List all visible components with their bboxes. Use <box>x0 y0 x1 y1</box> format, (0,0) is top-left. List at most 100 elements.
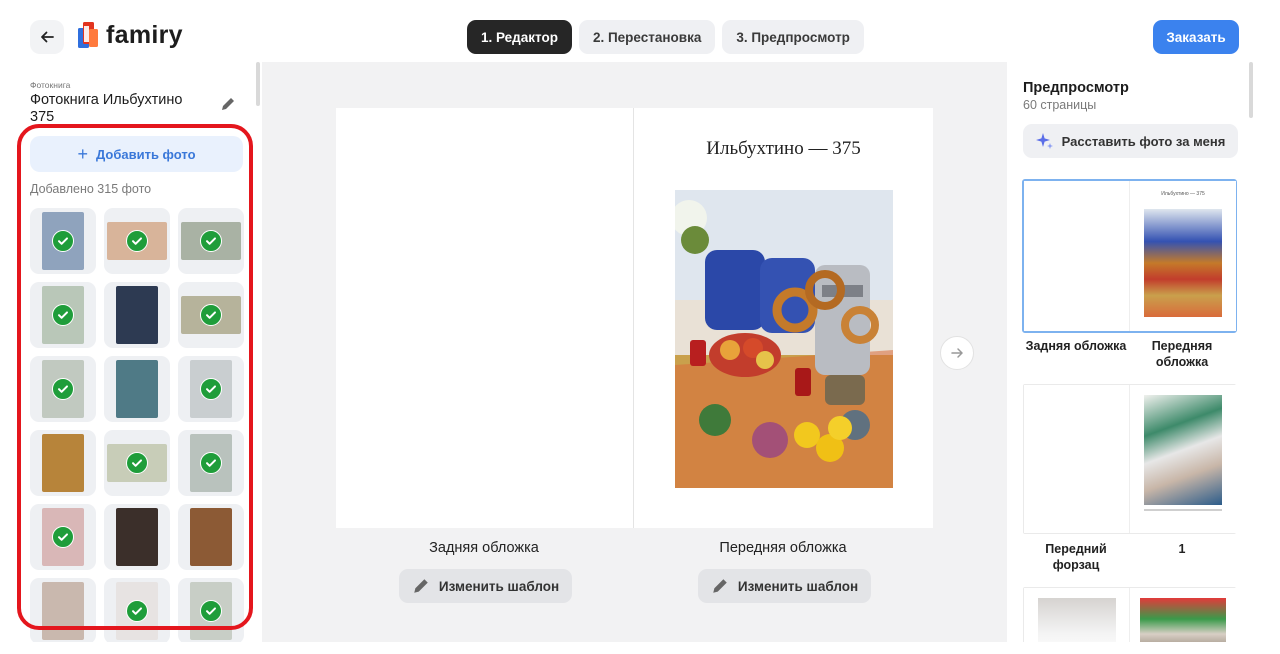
check-icon <box>52 526 74 548</box>
add-photo-button[interactable]: + Добавить фото <box>30 136 243 172</box>
photo-image <box>42 434 84 492</box>
photo-thumbnail[interactable] <box>178 208 244 274</box>
photo-thumbnail[interactable] <box>178 578 244 642</box>
preview-page-1 <box>1130 385 1236 533</box>
preview-back-cover <box>1024 181 1130 331</box>
check-icon <box>52 230 74 252</box>
preview-page-1-caption-line <box>1144 509 1222 511</box>
change-template-label: Изменить шаблон <box>438 578 560 594</box>
check-icon <box>126 600 148 622</box>
front-cover-photo[interactable] <box>675 190 893 488</box>
preview-page-1-photo <box>1144 395 1222 505</box>
photo-thumbnail[interactable] <box>178 430 244 496</box>
check-icon <box>200 230 222 252</box>
photo-image <box>116 360 158 418</box>
preview-page-2-photo <box>1038 598 1116 642</box>
check-icon <box>52 378 74 400</box>
preview-label-front-endpaper: Передний форзац <box>1045 542 1107 572</box>
photo-sidebar: Фотокнига Фотокнига Ильбухтино 375 + Доб… <box>26 62 258 642</box>
preview-spread-cover[interactable]: Ильбухтино — 375 <box>1022 179 1237 333</box>
front-cover-caption: Передняя обложка <box>719 540 847 556</box>
sparkle-icon <box>1035 133 1053 149</box>
spine-divider <box>633 108 634 528</box>
check-icon <box>126 452 148 474</box>
photo-thumbnail[interactable] <box>30 504 96 570</box>
preview-page-3-photo <box>1140 598 1226 642</box>
photo-image <box>42 582 84 640</box>
preview-spread-cover-labels: Задняя обложка Передняя обложка <box>1023 338 1236 370</box>
preview-cover-photo <box>1144 209 1222 317</box>
pencil-icon <box>222 98 234 110</box>
famiry-logo[interactable]: famiry <box>78 20 183 50</box>
photo-image <box>116 286 158 344</box>
app-window: famiry 1. Редактор 2. Перестановка 3. Пр… <box>0 0 1280 654</box>
top-bar: famiry 1. Редактор 2. Перестановка 3. Пр… <box>0 0 1280 62</box>
preview-scrollbar[interactable] <box>1249 62 1253 118</box>
photo-thumbnail[interactable] <box>30 208 96 274</box>
arrow-right-icon <box>951 348 963 358</box>
step-preview[interactable]: 3. Предпросмотр <box>722 20 864 54</box>
editor-canvas: Ильбухтино — 375 Задняя обложка Передняя… <box>262 62 1007 642</box>
preview-spread-2-3[interactable] <box>1023 587 1236 642</box>
preview-label-back-cover: Задняя обложка <box>1025 339 1127 353</box>
back-button[interactable] <box>30 20 64 54</box>
famiry-logo-mark-icon <box>78 22 98 48</box>
preview-panel: Предпросмотр 60 страницы Расставить фото… <box>1008 62 1248 642</box>
check-icon <box>200 600 222 622</box>
preview-page-2 <box>1024 588 1130 642</box>
change-template-label: Изменить шаблон <box>737 578 859 594</box>
arrow-left-icon <box>41 31 54 43</box>
pencil-icon <box>713 579 727 593</box>
check-icon <box>126 230 148 252</box>
photo-thumbnail[interactable] <box>178 282 244 348</box>
photo-image <box>190 508 232 566</box>
book-label: Фотокнига <box>30 80 71 90</box>
preview-page-count: 60 страницы <box>1023 98 1097 112</box>
book-title: Фотокнига Ильбухтино 375 <box>30 92 183 125</box>
plus-icon: + <box>77 144 88 164</box>
step-rearrange[interactable]: 2. Перестановка <box>578 20 716 54</box>
auto-arrange-button[interactable]: Расставить фото за меня <box>1023 124 1238 158</box>
check-icon <box>200 378 222 400</box>
check-icon <box>52 304 74 326</box>
preview-front-endpaper <box>1024 385 1130 533</box>
add-photo-label: Добавить фото <box>95 146 196 162</box>
next-spread-button[interactable] <box>940 336 974 370</box>
step-editor[interactable]: 1. Редактор <box>467 20 572 54</box>
added-photos-count: Добавлено 315 фото <box>30 182 152 196</box>
front-cover-title[interactable]: Ильбухтино — 375 <box>634 138 933 160</box>
change-template-back-button[interactable]: Изменить шаблон <box>399 569 572 603</box>
preview-page-3 <box>1130 588 1236 642</box>
preview-spread-endpaper-labels: Передний форзац 1 <box>1023 541 1236 573</box>
logo-text: famiry <box>106 20 183 49</box>
photo-thumbnail[interactable] <box>30 578 96 642</box>
photo-thumbnail[interactable] <box>30 430 96 496</box>
photo-thumbnail[interactable] <box>30 356 96 422</box>
sidebar-scrollbar[interactable] <box>256 62 260 106</box>
back-cover-caption: Задняя обложка <box>429 540 539 556</box>
photo-thumbnail[interactable] <box>104 504 170 570</box>
check-icon <box>200 452 222 474</box>
photo-thumbnail[interactable] <box>104 356 170 422</box>
photo-thumbnail[interactable] <box>30 282 96 348</box>
auto-arrange-label: Расставить фото за меня <box>1061 133 1226 149</box>
editor-steps: 1. Редактор 2. Перестановка 3. Предпросм… <box>467 20 864 54</box>
preview-spread-endpaper[interactable] <box>1023 384 1236 534</box>
preview-label-front-cover: Передняя обложка <box>1151 339 1213 369</box>
change-template-front-button[interactable]: Изменить шаблон <box>698 569 871 603</box>
photo-thumbnail[interactable] <box>178 504 244 570</box>
cover-spread[interactable]: Ильбухтино — 375 <box>336 108 933 528</box>
tea-table-photo <box>675 190 893 488</box>
photo-thumbnail[interactable] <box>104 282 170 348</box>
photo-thumbnail[interactable] <box>104 208 170 274</box>
photo-thumbnail[interactable] <box>104 430 170 496</box>
check-icon <box>200 304 222 326</box>
preview-label-page-1: 1 <box>1178 542 1186 556</box>
preview-mini-title: Ильбухтино — 375 <box>1161 191 1205 197</box>
photo-thumbnail[interactable] <box>178 356 244 422</box>
photo-image <box>116 508 158 566</box>
photo-thumbnail[interactable] <box>104 578 170 642</box>
edit-title-button[interactable] <box>218 94 238 114</box>
pencil-icon <box>414 579 428 593</box>
order-button[interactable]: Заказать <box>1153 20 1239 54</box>
